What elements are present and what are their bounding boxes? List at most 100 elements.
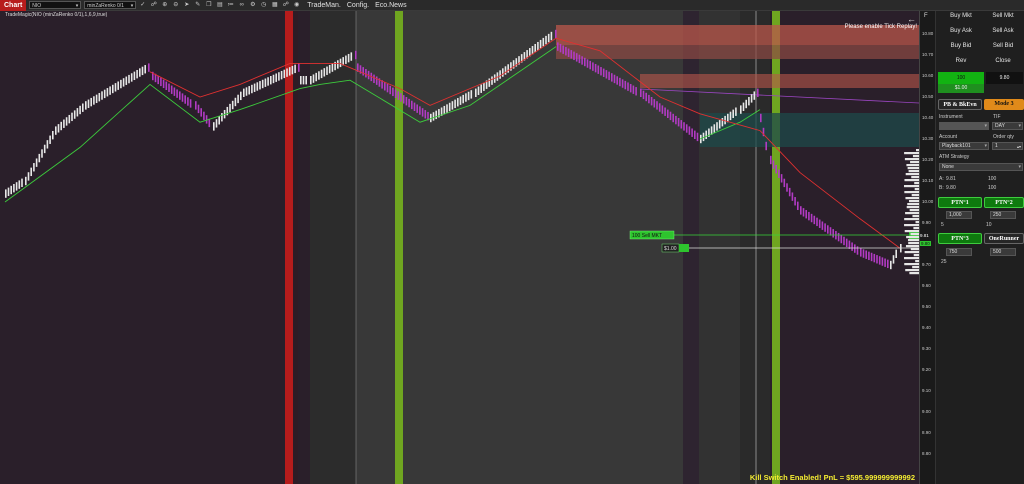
reverse-button[interactable]: Rev	[942, 58, 980, 64]
down-bar	[557, 42, 559, 51]
menu-eco-news[interactable]: Eco.News	[375, 2, 407, 9]
ptn2-button[interactable]: PTN°2	[984, 197, 1024, 208]
down-bar	[411, 100, 413, 110]
price-tick: 9.30	[922, 346, 931, 351]
ptn1-quantity-input[interactable]: 1,000	[946, 211, 972, 219]
price-tick: 10.60	[922, 73, 934, 78]
volume-profile-bar	[905, 197, 919, 200]
down-bar	[669, 111, 672, 121]
volume-profile-bar	[909, 209, 919, 212]
down-bar	[648, 94, 650, 104]
pb-breakeven-button[interactable]: PB & BkEvn	[938, 99, 982, 110]
down-bar	[688, 126, 691, 135]
up-bar	[545, 35, 547, 45]
ptn3-quantity-input[interactable]: 750	[946, 248, 972, 256]
volume-profile-bar	[904, 179, 919, 182]
down-bar	[772, 160, 775, 169]
menu-trademan[interactable]: TradeMan.	[307, 2, 341, 9]
tif-value: DAY	[995, 123, 1005, 129]
volume-profile-bar	[907, 167, 919, 170]
price-axis[interactable]: F 10.80 10.70 10.60 10.50 10.40 10.30 10.20 10.…	[919, 11, 935, 484]
chart-tab[interactable]: Chart	[0, 0, 27, 11]
down-bar	[594, 63, 597, 73]
buy-bid-button[interactable]: Buy Bid	[942, 43, 980, 49]
sell-order-tag: 100 Sell MKT	[632, 233, 662, 239]
up-bar	[499, 70, 501, 79]
scale-icon[interactable]: ✓	[138, 1, 147, 10]
axis-header: F	[924, 13, 928, 19]
chart-panel[interactable]: 100 Sell MKT $1.00 TradeMagic(NIO (minZaR…	[0, 11, 919, 484]
sell-ask-button[interactable]: Sell Ask	[983, 28, 1023, 34]
up-bar	[475, 88, 477, 97]
volume-profile-bar	[910, 161, 919, 164]
ptn2-quantity-input[interactable]: 250	[990, 211, 1016, 219]
down-bar	[627, 82, 629, 91]
pointer-icon[interactable]: ➤	[182, 1, 191, 10]
down-bar	[642, 90, 645, 100]
collapse-arrow-icon[interactable]: ←	[907, 14, 916, 24]
indicator-icon[interactable]: ≔	[226, 1, 235, 10]
volume-profile-bar	[909, 272, 919, 275]
up-bar	[491, 76, 493, 85]
order-qty-input[interactable]: 1 ▴▾	[992, 142, 1023, 150]
up-bar	[85, 101, 87, 110]
close-button[interactable]: Close	[983, 58, 1023, 64]
up-bar	[93, 96, 95, 105]
up-bar	[432, 112, 435, 121]
up-bar	[139, 68, 141, 77]
down-bar	[581, 56, 583, 65]
atm-strategy-dropdown[interactable]: None	[939, 163, 1023, 171]
ptn3-button[interactable]: PTN°3	[938, 233, 982, 244]
down-bar	[677, 118, 680, 127]
up-bar	[46, 140, 49, 149]
down-bar	[856, 246, 859, 255]
down-bar	[195, 101, 197, 110]
instrument-selector[interactable]: NIO ▾	[29, 1, 82, 9]
grid-icon[interactable]: ▦	[270, 1, 279, 10]
down-bar	[419, 106, 421, 115]
template-icon[interactable]: ▤	[215, 1, 224, 10]
down-bar	[421, 108, 424, 117]
bars-type-selector[interactable]: minZaRenko 0/1 ▾	[84, 1, 137, 9]
strategy-icon[interactable]: ∞	[237, 1, 246, 10]
tif-dropdown[interactable]: DAY	[992, 122, 1023, 130]
price-chart[interactable]: 100 Sell MKT $1.00	[0, 11, 919, 484]
instrument-dropdown[interactable]	[939, 122, 989, 130]
camera-icon[interactable]: ◉	[292, 1, 301, 10]
lock-icon[interactable]: ☍	[281, 1, 290, 10]
one-runner-button[interactable]: OneRunner	[984, 233, 1024, 244]
down-bar	[386, 83, 389, 93]
properties-icon[interactable]: ⚙	[248, 1, 257, 10]
price-tick: 9.60	[922, 283, 931, 288]
copy-icon[interactable]: ❐	[204, 1, 213, 10]
ptn1-button[interactable]: PTN°1	[938, 197, 982, 208]
up-bar	[128, 74, 130, 84]
drawing-icon[interactable]: ✎	[193, 1, 202, 10]
down-bar	[605, 70, 608, 79]
up-bar	[345, 55, 347, 64]
buy-ask-button[interactable]: Buy Ask	[942, 28, 980, 34]
account-dropdown[interactable]: Playback101	[939, 142, 989, 150]
green-band	[395, 11, 403, 484]
volume-profile-bar	[911, 194, 919, 197]
down-bar	[881, 257, 884, 266]
zoom-out-icon[interactable]: ⊖	[171, 1, 180, 10]
up-bar	[318, 71, 320, 80]
time-icon[interactable]: ◷	[259, 1, 268, 10]
up-bar	[109, 86, 111, 95]
sell-market-button[interactable]: Sell Mkt	[983, 13, 1023, 19]
menu-config[interactable]: Config.	[347, 2, 369, 9]
one-runner-quantity-input[interactable]: 500	[990, 248, 1016, 256]
down-bar	[656, 101, 658, 110]
up-bar	[71, 112, 73, 122]
mode-button[interactable]: Mode 3	[984, 99, 1024, 110]
sell-bid-button[interactable]: Sell Bid	[983, 43, 1023, 49]
down-bar	[653, 99, 656, 108]
spinner-icon[interactable]: ▴▾	[1017, 143, 1021, 150]
zoom-in-icon[interactable]: ⊕	[160, 1, 169, 10]
up-bar	[480, 84, 482, 93]
link-icon[interactable]: ☍	[149, 1, 158, 10]
down-bar	[181, 93, 184, 102]
buy-market-button[interactable]: Buy Mkt	[942, 13, 980, 19]
down-bar	[389, 85, 391, 95]
